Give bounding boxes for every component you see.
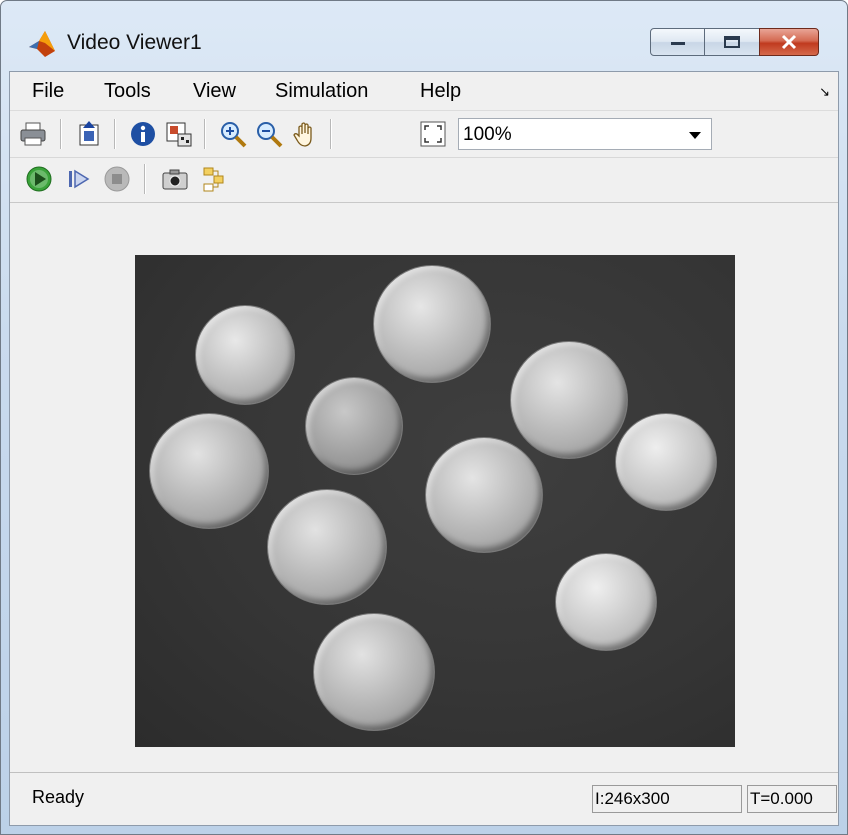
snapshot-icon: [162, 169, 188, 190]
client-area: File Tools View Simulation Help ↘ 100% R…: [9, 71, 839, 826]
print-button[interactable]: [18, 119, 48, 149]
step-forward-icon: [69, 169, 90, 189]
status-text: Ready: [32, 787, 85, 807]
snapshot-button[interactable]: [160, 164, 190, 194]
coin-dime: [615, 413, 717, 511]
zoom-out-icon: [257, 122, 283, 148]
fit-to-view-icon: [420, 121, 446, 147]
close-icon: [781, 34, 797, 50]
open-button[interactable]: [74, 119, 104, 149]
pan-hand-icon: [293, 122, 312, 147]
zoom-select[interactable]: 100%: [458, 118, 712, 150]
menu-tools[interactable]: Tools: [104, 80, 151, 103]
title-bar[interactable]: Video Viewer1: [1, 1, 847, 63]
highlight-block-icon: [203, 167, 224, 192]
toolbar-separator: [144, 164, 146, 194]
coin-dime: [305, 377, 403, 475]
toolbar-simulation: [10, 158, 838, 203]
info-button[interactable]: [128, 119, 158, 149]
minimize-button[interactable]: [650, 28, 705, 56]
matlab-icon: [29, 31, 55, 57]
coin-nickel: [510, 341, 628, 459]
sim-time-field: T=0.000: [747, 785, 837, 813]
toolbar-separator: [204, 119, 206, 149]
toolbar-separator: [114, 119, 116, 149]
menu-file[interactable]: File: [32, 80, 64, 103]
stop-button[interactable]: [102, 164, 132, 194]
video-frame-image[interactable]: [135, 255, 735, 747]
coin-dime: [555, 553, 657, 651]
coin-nickel: [373, 265, 491, 383]
menu-bar: File Tools View Simulation Help ↘: [10, 72, 838, 111]
play-button[interactable]: [24, 164, 54, 194]
open-icon: [79, 121, 99, 146]
pan-button[interactable]: [290, 119, 320, 149]
step-forward-button[interactable]: [64, 164, 94, 194]
maximize-button[interactable]: [704, 28, 760, 56]
zoom-in-icon: [221, 122, 247, 148]
dock-arrow-icon[interactable]: ↘: [819, 84, 830, 100]
toolbar-separator: [60, 119, 62, 149]
coin-nickel: [267, 489, 387, 605]
info-icon: [131, 122, 155, 146]
print-icon: [20, 122, 46, 146]
window-title: Video Viewer1: [67, 31, 202, 54]
colormap-icon: [166, 122, 192, 147]
menu-simulation[interactable]: Simulation: [275, 80, 368, 103]
maximize-icon: [724, 36, 740, 48]
coin-quarter: [195, 305, 295, 405]
coin-nickel: [313, 613, 435, 731]
toolbar-separator: [330, 119, 332, 149]
fit-to-view-button[interactable]: [418, 119, 448, 149]
status-bar: Ready I:246x300 T=0.000: [10, 772, 838, 825]
menu-help[interactable]: Help: [420, 80, 461, 103]
zoom-out-button[interactable]: [254, 119, 284, 149]
minimize-icon: [670, 42, 685, 45]
toolbar-main: 100%: [10, 111, 838, 158]
menu-view[interactable]: View: [193, 80, 236, 103]
dropdown-arrow-icon[interactable]: [689, 132, 701, 139]
video-viewport: [10, 203, 838, 773]
coin-quarter: [149, 413, 269, 529]
colormap-button[interactable]: [164, 119, 194, 149]
zoom-in-button[interactable]: [218, 119, 248, 149]
close-button[interactable]: [759, 28, 819, 56]
video-viewer-window: Video Viewer1 File Tools View Simulation…: [0, 0, 848, 835]
coin-nickel: [425, 437, 543, 553]
image-size-field: I:246x300: [592, 785, 742, 813]
highlight-block-button[interactable]: [200, 164, 230, 194]
play-icon: [26, 166, 52, 192]
stop-icon: [104, 166, 130, 192]
zoom-value: 100%: [463, 124, 512, 145]
